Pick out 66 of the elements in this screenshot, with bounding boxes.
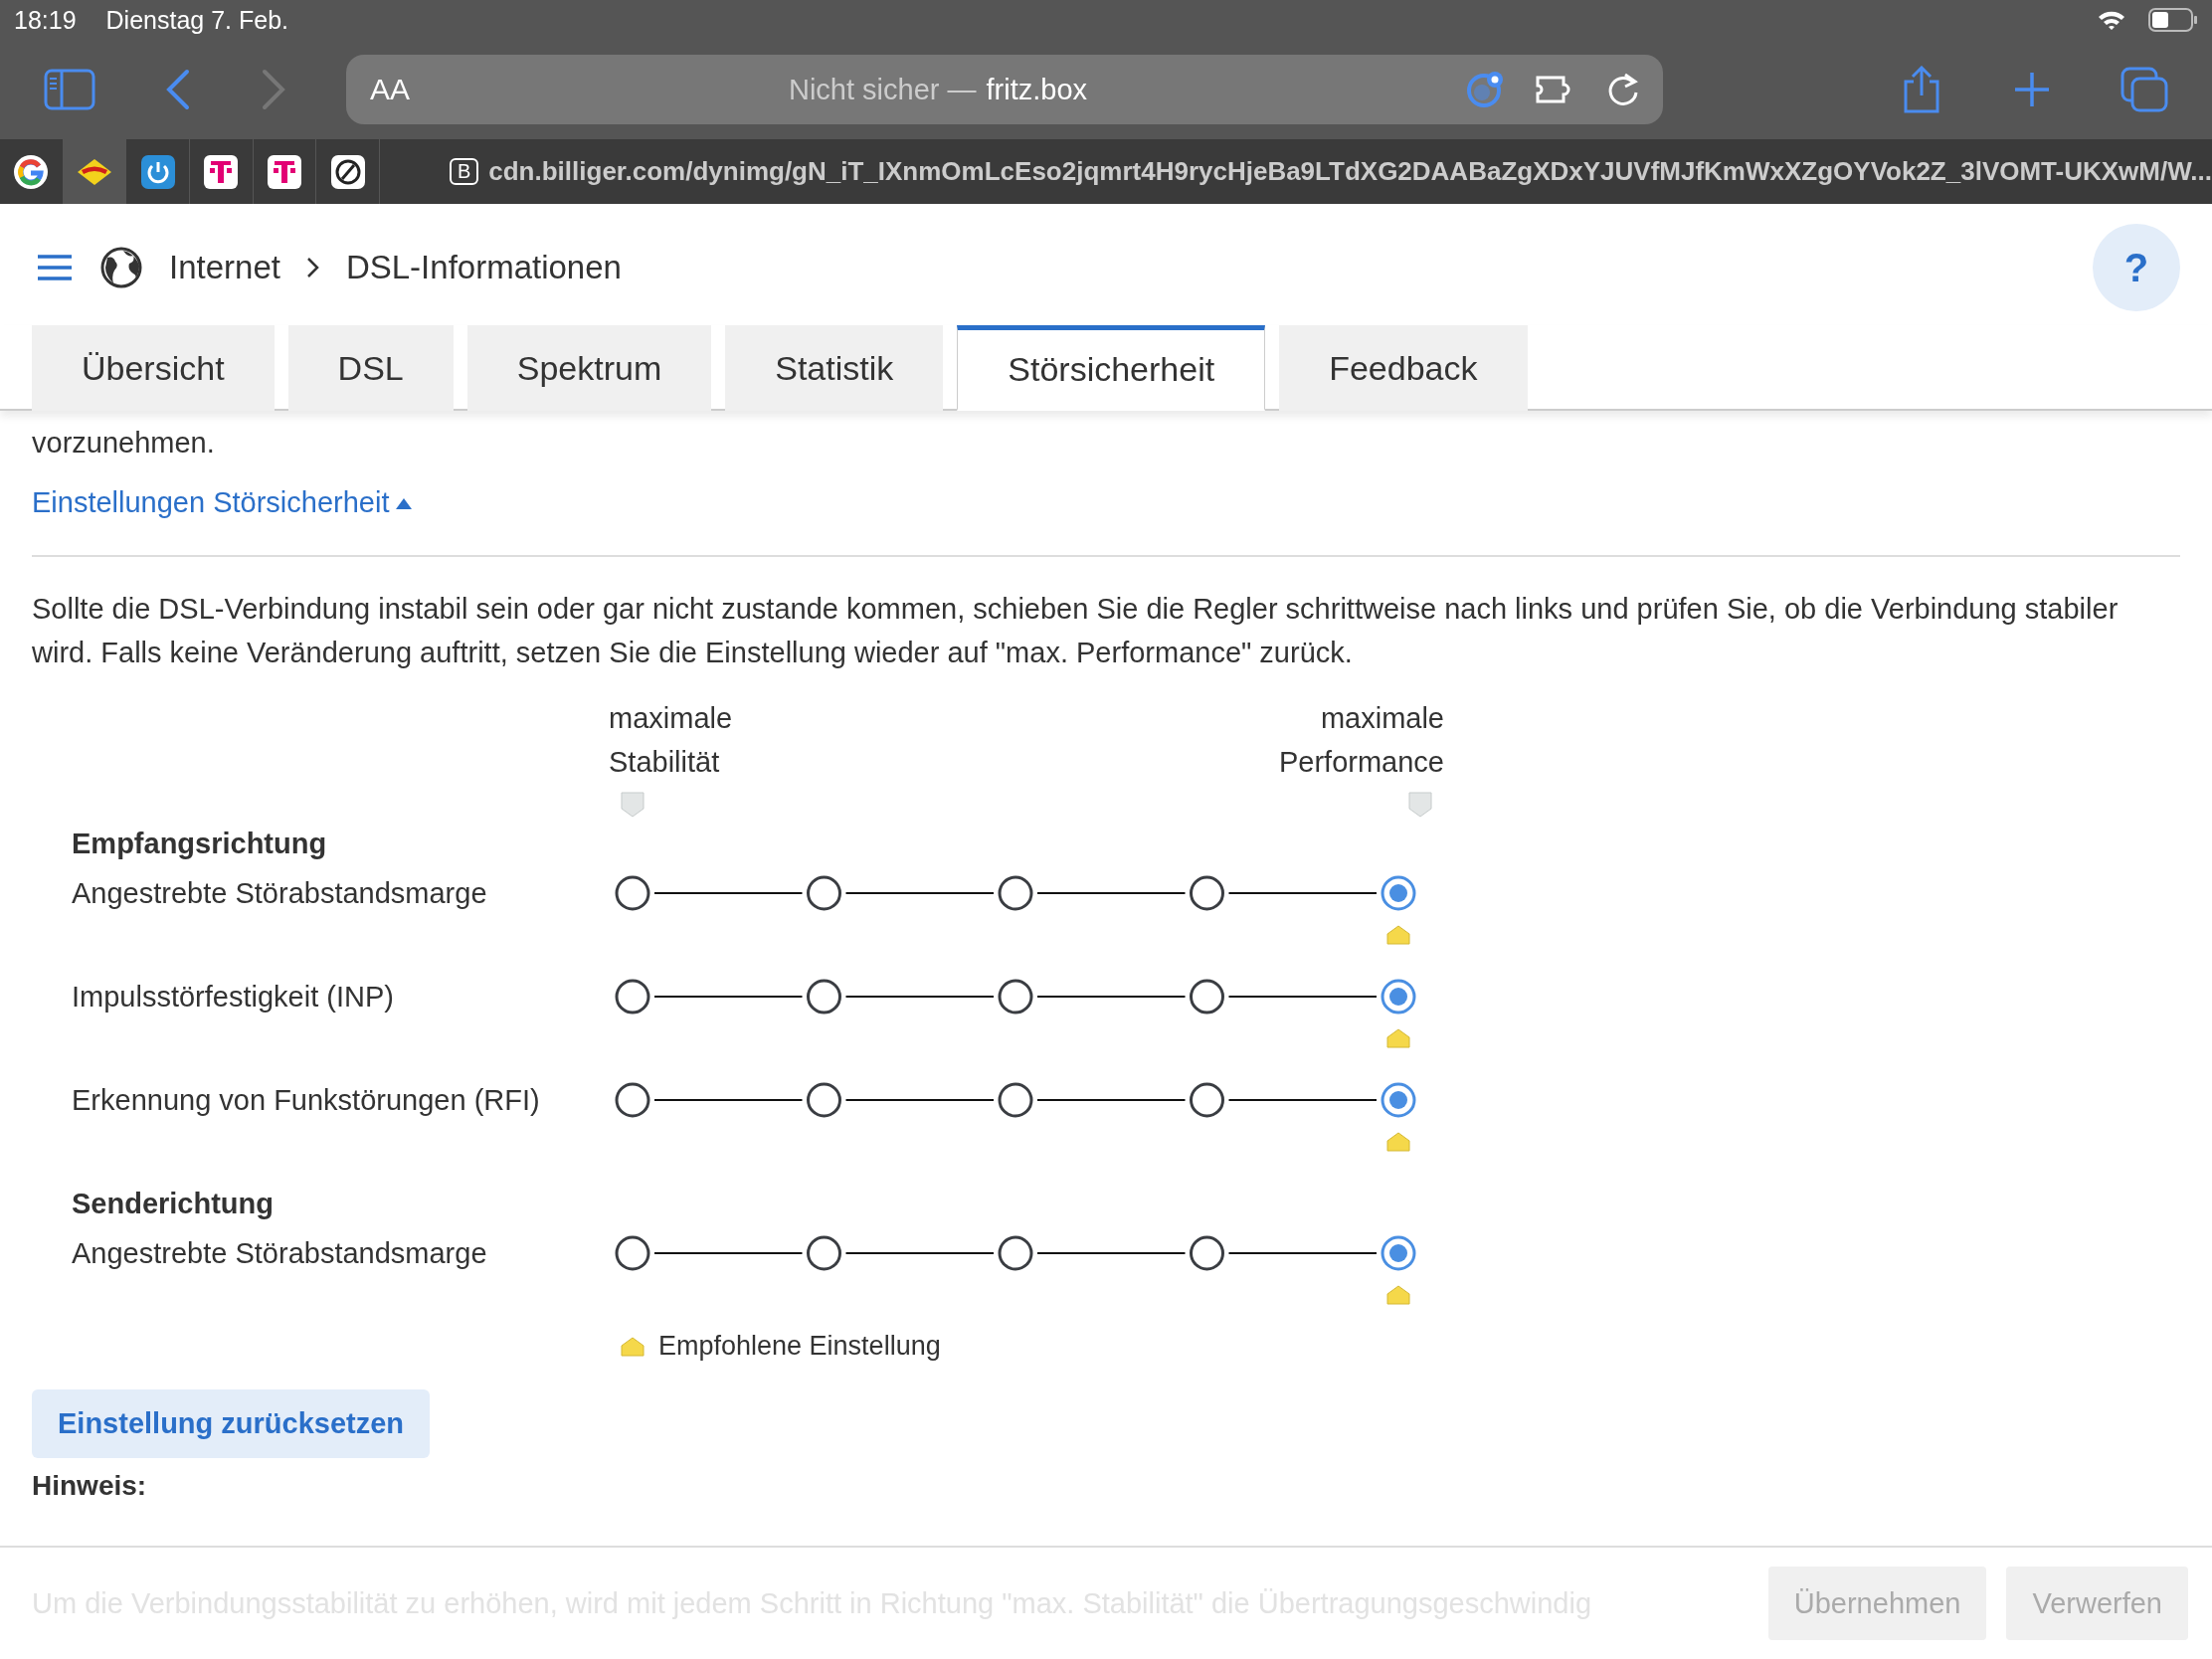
setting-label: Angestrebte Störabstandsmarge	[72, 876, 488, 911]
tab[interactable]: Übersicht	[32, 325, 275, 411]
address-bar[interactable]: AA Nicht sicher — fritz.box	[346, 55, 1663, 124]
radio-button[interactable]	[807, 1082, 841, 1118]
radio-button[interactable]	[807, 1235, 841, 1271]
radio-button[interactable]	[1381, 1235, 1416, 1271]
chevron-icon	[305, 257, 320, 278]
tab[interactable]: Spektrum	[466, 325, 712, 411]
end-marker-icon	[1408, 792, 1432, 818]
power-icon	[140, 154, 175, 189]
radio-button[interactable]	[615, 979, 650, 1014]
reset-button[interactable]: Einstellung zurücksetzen	[32, 1389, 431, 1458]
radio-button[interactable]	[807, 875, 841, 911]
address-host: fritz.box	[986, 73, 1088, 106]
wifi-icon	[2097, 9, 2126, 31]
radio-button[interactable]	[1381, 979, 1416, 1014]
setting-label: Erkennung von Funkstörungen (RFI)	[72, 1083, 541, 1118]
tab[interactable]: DSL	[287, 325, 454, 411]
site-badge: B	[449, 158, 479, 185]
aperture-icon	[330, 154, 365, 189]
radio-button[interactable]	[615, 875, 650, 911]
google-icon	[13, 153, 50, 190]
radio-button[interactable]	[998, 1082, 1033, 1118]
recommended-marker-icon	[621, 1336, 645, 1357]
settings-link[interactable]: Einstellungen Störsicherheit	[32, 486, 390, 519]
page-title: DSL-Informationen	[345, 249, 622, 286]
radio-button[interactable]	[998, 979, 1033, 1014]
radio-button[interactable]	[1381, 875, 1416, 911]
tab[interactable]: Störsicherheit	[957, 325, 1266, 411]
text-size-button[interactable]: AA	[370, 73, 411, 106]
telekom-icon	[204, 154, 239, 189]
scale-label: maximale Performance	[1279, 701, 1444, 780]
end-marker-icon	[621, 792, 645, 818]
setting-label: Impulsstörfestigkeit (INP)	[72, 980, 395, 1014]
tab-url[interactable]: cdn.billiger.com/dynimg/gN_iT_IXnmOmLcEso2jqmrt4H9rycHjeBa9LTdXG2DAABaZgXDxYJUVfMJfKmWxXZgOYVok2Z_3lVOMT-UKXwM/W...	[488, 156, 2212, 187]
privacy-icon[interactable]	[1466, 70, 1506, 109]
radio-button[interactable]	[1381, 1082, 1416, 1118]
tab[interactable]: Statistik	[725, 325, 944, 411]
setting-label: Angestrebte Störabstandsmarge	[72, 1236, 488, 1271]
fritz-icon	[76, 156, 113, 187]
scale-label: maximale Stabilität	[609, 701, 733, 780]
radio-button[interactable]	[1190, 875, 1224, 911]
radio-button[interactable]	[807, 979, 841, 1014]
radio-button[interactable]	[1190, 1082, 1224, 1118]
radio-button[interactable]	[998, 1235, 1033, 1271]
section-title: Empfangsrichtung	[72, 828, 328, 861]
intro-text: vorzunehmen.	[32, 426, 216, 461]
radio-button[interactable]	[1190, 1235, 1224, 1271]
status-time: 18:19	[14, 5, 77, 35]
tab[interactable]: Feedback	[1279, 325, 1528, 411]
breadcrumb-link[interactable]: Internet	[169, 249, 280, 286]
telekom-icon	[267, 154, 301, 189]
radio-button[interactable]	[615, 1235, 650, 1271]
status-date: Dienstag 7. Feb.	[105, 5, 288, 35]
radio-button[interactable]	[615, 1082, 650, 1118]
section-title: Senderichtung	[72, 1188, 275, 1221]
description-text: Sollte die DSL-Verbindung instabil sein oder gar nicht zustande kommen, schieben Sie die Regler schrittweise nach links und prüfen Sie, ob die Verbindung stabiler wird. Falls keine Veränderung auftritt, setzen Sie die Einstellung wieder auf "max. Performance" zurück.	[32, 592, 2120, 670]
help-button[interactable]: ?	[2093, 224, 2180, 311]
address-security: Nicht sicher —	[789, 73, 977, 106]
menu-icon[interactable]	[36, 253, 74, 282]
radio-button[interactable]	[1190, 979, 1224, 1014]
radio-button[interactable]	[998, 875, 1033, 911]
globe-icon	[99, 246, 143, 289]
legend-text: Empfohlene Einstellung	[658, 1331, 941, 1362]
battery-icon	[2148, 8, 2198, 32]
note-title: Hinweis:	[32, 1470, 148, 1502]
